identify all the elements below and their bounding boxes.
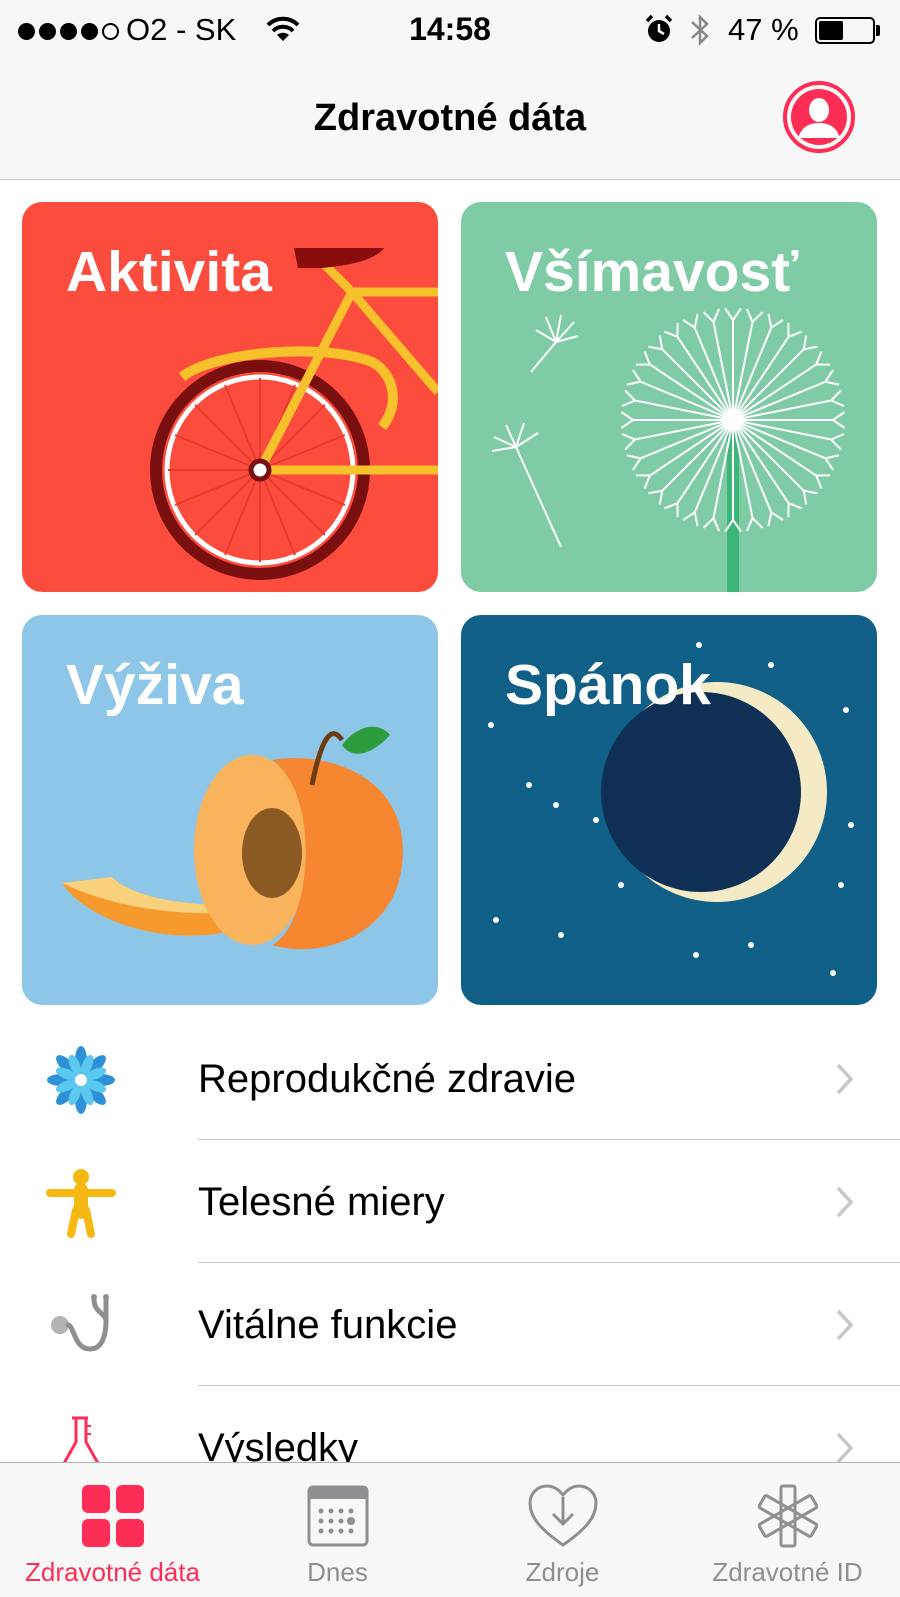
- body-figure-icon: [46, 1169, 116, 1238]
- tab-sources[interactable]: Zdroje: [450, 1463, 675, 1597]
- medical-star-icon: [757, 1484, 818, 1548]
- battery-level-fill: [819, 21, 844, 40]
- chevron-right-icon: [836, 1186, 854, 1218]
- category-tile-activity[interactable]: Aktivita: [22, 202, 438, 592]
- health-app-screen: O2 - SK 14:58 47 % Zdravotné dáta Aktivi…: [0, 0, 900, 1597]
- tab-today[interactable]: Dnes: [225, 1463, 450, 1597]
- chevron-right-icon: [836, 1309, 854, 1341]
- list-item-label: Vitálne funkcie: [198, 1303, 458, 1347]
- tab-health-data[interactable]: Zdravotné dáta: [0, 1463, 225, 1597]
- list-item-label: Telesné miery: [198, 1180, 445, 1224]
- chevron-right-icon: [836, 1432, 854, 1464]
- tile-label-activity: Aktivita: [66, 240, 272, 304]
- category-tile-nutrition[interactable]: Výživa: [22, 615, 438, 1005]
- flower-icon: [47, 1046, 115, 1114]
- status-bar: O2 - SK 14:58 47 %: [0, 0, 900, 60]
- alarm-icon: [645, 14, 673, 42]
- category-tile-mindfulness[interactable]: Všímavosť: [461, 202, 877, 592]
- stethoscope-icon: [51, 1294, 109, 1352]
- tile-label-nutrition: Výživa: [66, 653, 244, 717]
- battery-tip: [876, 25, 880, 36]
- profile-button[interactable]: [782, 80, 856, 154]
- tab-label: Zdravotné ID: [712, 1557, 863, 1587]
- grid-icon: [81, 1485, 144, 1547]
- heart-download-icon: [527, 1484, 598, 1547]
- bluetooth-icon: [691, 13, 709, 47]
- battery-icon: [815, 17, 875, 44]
- tile-label-sleep: Spánok: [505, 653, 711, 717]
- calendar-icon: [307, 1485, 368, 1547]
- list-item-reproductive-health[interactable]: Reprodukčné zdravie: [0, 1017, 900, 1140]
- list-item-body-measurements[interactable]: Telesné miery: [0, 1140, 900, 1263]
- tab-medical-id[interactable]: Zdravotné ID: [675, 1463, 900, 1597]
- navigation-bar: Zdravotné dáta: [0, 60, 900, 180]
- tile-label-mindfulness: Všímavosť: [505, 240, 799, 304]
- page-title: Zdravotné dáta: [313, 97, 587, 139]
- health-categories-list: Reprodukčné zdravie Telesné miery Vitáln…: [0, 1017, 900, 1509]
- chevron-right-icon: [836, 1063, 854, 1095]
- list-item-vital-signs[interactable]: Vitálne funkcie: [0, 1263, 900, 1386]
- category-tile-sleep[interactable]: Spánok: [461, 615, 877, 1005]
- list-item-label: Reprodukčné zdravie: [198, 1057, 576, 1101]
- tab-bar: Zdravotné dáta Dnes Zdroje Zdravotné ID: [0, 1462, 900, 1597]
- battery-percentage: 47 %: [728, 12, 799, 47]
